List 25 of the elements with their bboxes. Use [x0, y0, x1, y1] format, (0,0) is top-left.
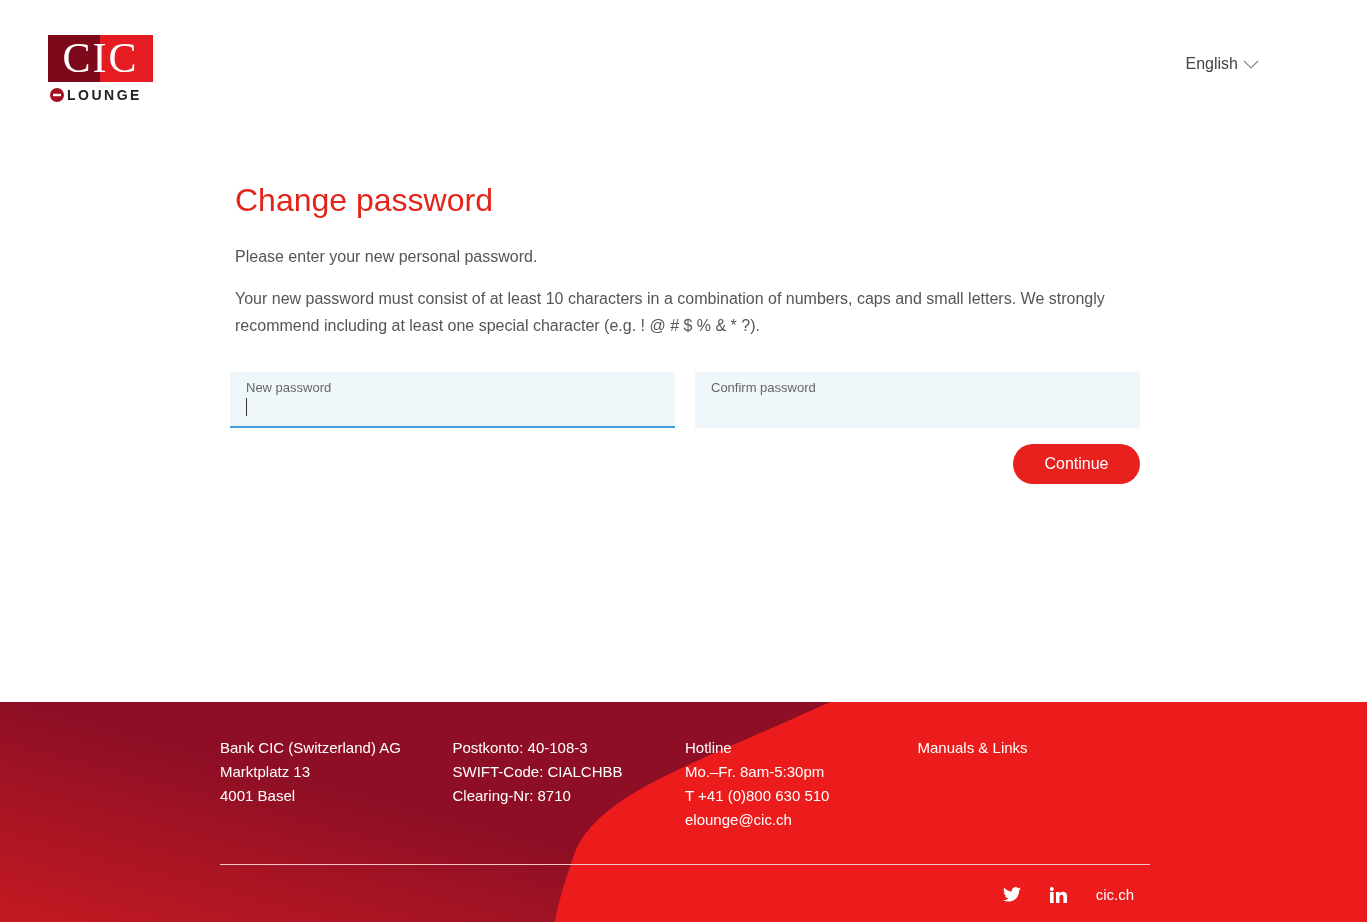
password-rules-text: Your new password must consist of at least 10 characters in a combination of numbers, caps and small letters. We strongly recommend including at least one special character (e.g. ! @ # $ % & * ?). — [235, 289, 1106, 336]
footer-text: Postkonto: 40-108-3 — [452, 738, 589, 758]
footer-text: Clearing-Nr: 8710 — [452, 786, 572, 806]
language-dropdown[interactable]: English — [1185, 55, 1259, 73]
logo-mark: CIC — [48, 35, 153, 82]
footer-text: elounge@cic.ch — [685, 810, 793, 830]
footer-text: Marktplatz 13 — [220, 762, 312, 782]
password-field[interactable]: New password — [230, 372, 675, 428]
continue-button[interactable]: Continue — [1013, 444, 1140, 484]
linkedin-icon[interactable] — [1049, 886, 1067, 903]
website-link[interactable]: cic.ch — [1095, 886, 1134, 903]
footer-text: SWIFT-Code: CIALCHBB — [452, 762, 624, 782]
footer-text: Bank CIC (Switzerland) AG — [220, 738, 402, 758]
page-title: Change password — [235, 182, 494, 219]
footer-text: Hotline — [685, 738, 733, 758]
intro-text: Please enter your new personal password. — [235, 247, 539, 267]
password-field[interactable]: Confirm password — [695, 372, 1140, 428]
footer-text: T +41 (0)800 630 510 — [685, 786, 831, 806]
footer-text: Manuals & Links — [917, 738, 1029, 758]
footer-text: 4001 Basel — [220, 786, 297, 806]
e-logo-icon — [50, 88, 64, 102]
logo-text: LOUNGE — [67, 87, 142, 103]
bird-icon[interactable] — [1002, 887, 1021, 902]
chevron-down-icon — [1243, 59, 1259, 69]
footer-text: Mo.–Fr. 8am-5:30pm — [685, 762, 826, 782]
